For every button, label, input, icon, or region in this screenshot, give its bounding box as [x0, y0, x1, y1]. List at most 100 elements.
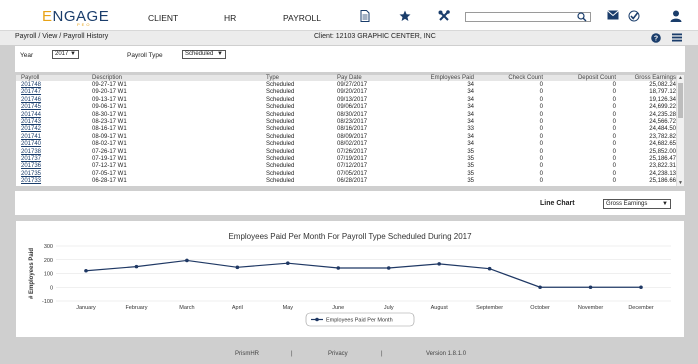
table-cell: 0 [612, 82, 616, 88]
document-icon[interactable] [360, 10, 370, 22]
data-point[interactable] [286, 261, 290, 265]
engage-logo[interactable]: ENGAGE [42, 8, 109, 25]
table-cell: 08-02-17 W1 [92, 141, 127, 148]
data-point[interactable] [386, 266, 391, 270]
table-header-cell[interactable]: Type [266, 75, 279, 82]
table-header-cell[interactable]: Gross Earnings [635, 75, 676, 82]
data-point[interactable] [588, 285, 593, 290]
table-cell: Scheduled [266, 148, 295, 155]
table-row: 201746 09-13-17 W1 Scheduled 09/13/2017 34 0 0… [16, 97, 678, 104]
x-tick-label: November [578, 305, 604, 311]
tools-icon[interactable] [438, 10, 450, 22]
subheader: Payroll / View / Payroll History Client:… [0, 31, 698, 45]
table-cell: 34 [467, 89, 474, 96]
table-header-cell[interactable]: Payroll [21, 75, 39, 82]
year-select[interactable]: 2017 ▼ [52, 50, 79, 59]
footer-prismhr-link[interactable]: PrismHR [235, 351, 259, 357]
payroll-link[interactable]: 201736 [21, 163, 41, 170]
data-point[interactable] [134, 264, 139, 269]
payroll-link[interactable]: 201748 [21, 82, 41, 89]
payroll-link[interactable]: 201744 [21, 112, 41, 119]
hamburger-menu-icon[interactable] [672, 33, 682, 42]
payroll-link[interactable]: 201738 [21, 149, 41, 156]
table-cell: 0 [612, 126, 616, 133]
user-icon[interactable] [670, 10, 682, 22]
legend-marker [315, 317, 319, 322]
table-cell: 08/23/2017 [337, 119, 368, 125]
nav-hr[interactable]: HR [224, 13, 236, 23]
data-point[interactable] [538, 285, 542, 290]
line-chart-label: Line Chart [540, 200, 575, 207]
table-cell: 08-09-17 W1 [92, 133, 127, 140]
x-tick-label: October [530, 305, 550, 311]
payroll-link[interactable]: 201733 [21, 178, 41, 185]
nav-client[interactable]: CLIENT [148, 13, 178, 23]
payroll-link[interactable]: 201746 [21, 97, 41, 104]
payroll-link[interactable]: 201740 [21, 141, 41, 148]
payroll-link[interactable]: 201743 [21, 119, 41, 126]
search-input[interactable] [465, 12, 591, 22]
payroll-type-value: Scheduled [185, 51, 214, 57]
scrollbar-thumb[interactable] [678, 83, 683, 118]
footer-privacy-link[interactable]: Privacy [328, 351, 348, 357]
data-point[interactable] [487, 266, 492, 271]
table-header-cell[interactable]: Pay Date [337, 75, 362, 82]
data-point[interactable] [336, 266, 341, 270]
chevron-down-icon: ▼ [217, 51, 223, 57]
table-cell: 34 [467, 133, 474, 140]
data-point[interactable] [639, 285, 643, 290]
table-cell: 0 [539, 133, 543, 140]
table-cell: Scheduled [266, 156, 295, 162]
footer-version: Version 1.8.1.0 [426, 351, 467, 357]
scroll-up-icon[interactable]: ▲ [677, 75, 684, 81]
data-point[interactable] [235, 265, 240, 270]
table-scrollbar[interactable]: ▲ ▼ [676, 75, 684, 186]
table-header-cell[interactable]: Employees Paid [431, 75, 474, 82]
x-tick-label: September [476, 305, 503, 311]
table-cell: 24,682.65 [649, 141, 676, 148]
help-icon[interactable]: ? [651, 33, 661, 43]
x-tick-label: May [283, 305, 294, 311]
table-cell: 0 [612, 163, 616, 170]
line-chart-select[interactable]: Gross Earnings ▼ [603, 199, 671, 209]
check-icon[interactable] [628, 10, 640, 22]
payroll-link[interactable]: 201745 [21, 104, 41, 111]
data-point[interactable] [437, 262, 441, 266]
payroll-link[interactable]: 201735 [21, 171, 41, 178]
nav-payroll[interactable]: PAYROLL [283, 13, 321, 23]
table-cell: Scheduled [266, 96, 295, 103]
mail-icon[interactable] [607, 10, 619, 20]
y-tick-label: -100 [42, 299, 53, 305]
table-header-cell[interactable]: Deposit Count [578, 75, 616, 82]
payroll-link[interactable]: 201737 [21, 156, 41, 163]
table-cell: 07-19-17 W1 [92, 156, 127, 162]
table-cell: 0 [539, 141, 543, 148]
table-header-cell[interactable]: Description [92, 75, 122, 82]
scroll-down-icon[interactable]: ▼ [677, 180, 684, 186]
star-icon[interactable] [399, 10, 411, 22]
table-cell: Scheduled [266, 141, 295, 148]
table-cell: Scheduled [266, 82, 295, 88]
table-cell: Scheduled [266, 170, 295, 177]
table-cell: 0 [612, 133, 616, 140]
table-row: 201744 08-30-17 W1 Scheduled 08/30/2017 34 0 0… [16, 112, 678, 119]
search-icon[interactable] [577, 12, 587, 22]
svg-text:?: ? [654, 36, 658, 43]
payroll-link[interactable]: 201747 [21, 89, 41, 96]
table-cell: 06/28/2017 [337, 178, 368, 185]
payroll-link[interactable]: 201742 [21, 126, 41, 133]
data-point[interactable] [84, 268, 88, 273]
table-cell: Scheduled [266, 104, 295, 111]
payroll-link[interactable]: 201741 [21, 134, 41, 141]
table-cell: 25,186.66 [649, 178, 676, 185]
table-cell: 08/09/2017 [337, 133, 368, 140]
table-cell: 07/26/2017 [337, 148, 368, 155]
data-point[interactable] [185, 258, 189, 263]
chart-title: Employees Paid Per Month For Payroll Typ… [228, 232, 472, 241]
table-cell: 0 [539, 170, 543, 177]
table-header-cell[interactable]: Check Count [508, 75, 543, 82]
table-cell: 24,238.13 [649, 170, 676, 177]
table-cell: 0 [539, 156, 543, 162]
table-row: 201733 06-28-17 W1 Scheduled 06/28/2017 35 0 0… [16, 178, 678, 185]
payroll-type-select[interactable]: Scheduled ▼ [182, 50, 226, 59]
